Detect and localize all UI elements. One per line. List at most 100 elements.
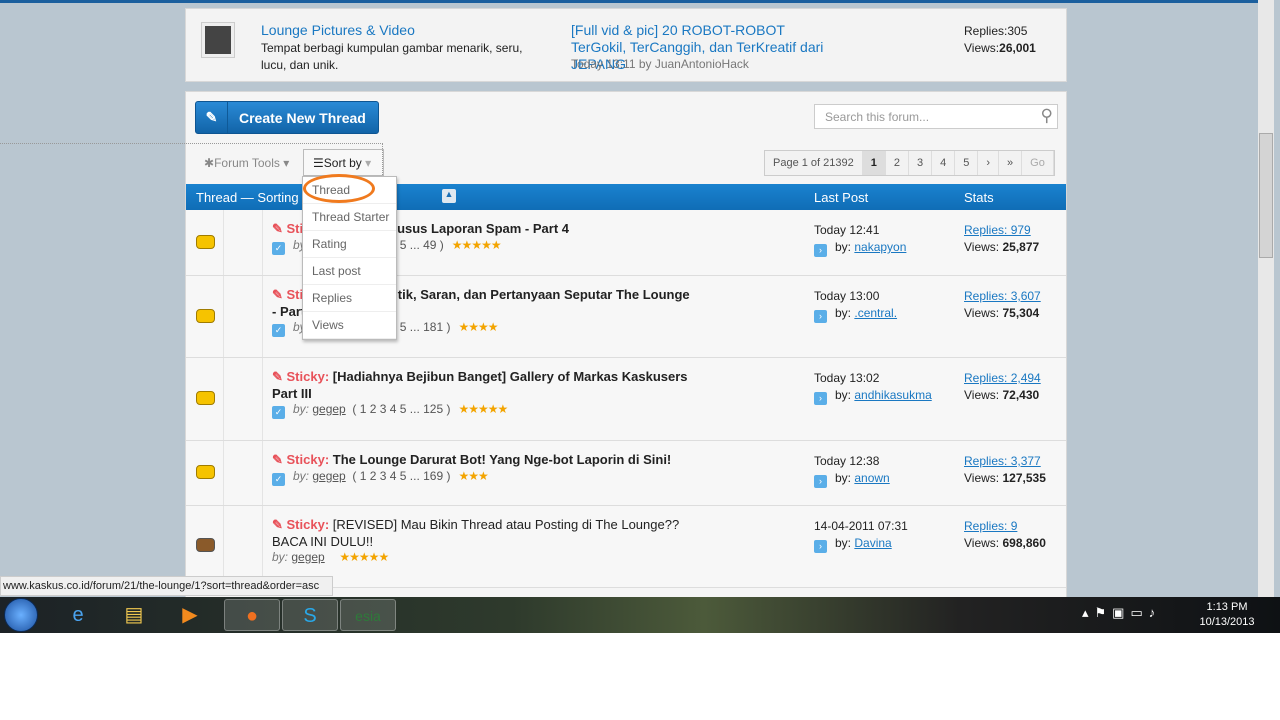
subforum-link[interactable]: Lounge Pictures & Video xyxy=(261,22,415,38)
by-label: by: xyxy=(293,402,310,416)
thread-title[interactable]: ✎ Sticky: [Hadiahnya Bejibun Banget] Gal… xyxy=(272,368,692,402)
sort-option-replies[interactable]: Replies xyxy=(303,285,396,312)
stats-column-header[interactable]: Stats xyxy=(964,190,994,205)
internet-explorer-icon[interactable]: e xyxy=(50,599,106,631)
dropdown-check-icon[interactable]: ✓ xyxy=(272,242,285,255)
page-4[interactable]: 4 xyxy=(932,151,956,175)
pin-icon: ✎ xyxy=(272,221,287,236)
sort-option-thread-starter[interactable]: Thread Starter xyxy=(303,204,396,231)
go-to-last-post-icon[interactable]: › xyxy=(814,244,827,257)
last-by-label: by: xyxy=(835,306,852,320)
page-5[interactable]: 5 xyxy=(955,151,979,175)
thread-title-text[interactable]: [REVISED] Mau Bikin Thread atau Posting … xyxy=(272,517,679,549)
thread-row: ✎ Sticky: The Lounge Darurat Bot! Yang N… xyxy=(186,441,1066,506)
search-icon[interactable]: ⚲ xyxy=(1041,106,1053,126)
skype-icon[interactable]: S xyxy=(282,599,338,631)
dropdown-check-icon[interactable]: ✓ xyxy=(272,473,285,486)
replies-label: Replies: xyxy=(964,24,1008,38)
go-button[interactable]: Go xyxy=(1022,151,1054,175)
last-post-cell: Today 12:38 › by: anown xyxy=(814,453,890,488)
system-tray-icons[interactable]: ▴⚑▣▭♪ xyxy=(1082,605,1161,621)
thread-title-text[interactable]: [Hadiahnya Bejibun Banget] Gallery of Ma… xyxy=(272,369,688,401)
sort-option-last-post[interactable]: Last post xyxy=(303,258,396,285)
start-button[interactable] xyxy=(4,598,38,632)
last-post-cell: Today 13:02 › by: andhikasukma xyxy=(814,370,932,405)
last-poster-link[interactable]: nakapyon xyxy=(854,240,906,254)
thread-prefix-cell xyxy=(223,276,263,357)
views-count: 26,001 xyxy=(999,41,1036,55)
thread-title-text[interactable]: The Lounge Darurat Bot! Yang Nge-bot Lap… xyxy=(333,452,671,467)
last-post-cell: 14-04-2011 07:31 › by: Davina xyxy=(814,518,908,553)
dropdown-check-icon[interactable]: ✓ xyxy=(272,324,285,337)
sort-option-views[interactable]: Views xyxy=(303,312,396,339)
sort-option-rating[interactable]: Rating xyxy=(303,231,396,258)
page-1[interactable]: 1 xyxy=(862,151,886,175)
sort-order-toggle-icon[interactable]: ▲ xyxy=(442,189,456,203)
go-to-last-post-icon[interactable]: › xyxy=(814,310,827,323)
last-poster-link[interactable]: .central. xyxy=(854,306,897,320)
thread-prefix-cell xyxy=(223,210,263,275)
go-to-last-post-icon[interactable]: › xyxy=(814,392,827,405)
last-by-label: by: xyxy=(835,536,852,550)
last-poster-link[interactable]: andhikasukma xyxy=(854,388,931,402)
go-to-last-post-icon[interactable]: › xyxy=(814,540,827,553)
last-poster-link[interactable]: anown xyxy=(854,471,889,485)
go-to-last-post-icon[interactable]: › xyxy=(814,475,827,488)
views-label: Views: xyxy=(964,536,1000,550)
scrollbar-thumb[interactable] xyxy=(1259,133,1273,258)
replies-link[interactable]: Replies: 979 xyxy=(964,223,1031,237)
stats-cell: Replies: 979 Views: 25,877 xyxy=(964,222,1039,256)
thread-author-link[interactable]: gegep xyxy=(312,469,345,483)
last-page-button[interactable]: » xyxy=(999,151,1023,175)
views-label: Views: xyxy=(964,306,1000,320)
rating-stars: ★★★★ xyxy=(458,320,498,334)
sticky-label: Sticky: xyxy=(286,369,330,384)
page-3[interactable]: 3 xyxy=(909,151,933,175)
thread-row: ✎ Sticky: [Hadiahnya Bejibun Banget] Gal… xyxy=(186,358,1066,441)
stats-cell: Replies: 3,377 Views: 127,535 xyxy=(964,453,1046,487)
thread-title[interactable]: ✎ Sticky: [REVISED] Mau Bikin Thread ata… xyxy=(272,516,692,550)
clock[interactable]: 1:13 PM 10/13/2013 xyxy=(1196,600,1258,630)
pin-icon: ✎ xyxy=(272,452,287,467)
last-poster-link[interactable]: Davina xyxy=(854,536,891,550)
stats-cell: Replies: 3,607 Views: 75,304 xyxy=(964,288,1041,322)
last-post-time: Today 13:00 xyxy=(814,289,880,303)
views-label: Views: xyxy=(964,240,1000,254)
search-forum-input[interactable]: Search this forum... ⚲ xyxy=(814,104,1058,129)
page-2[interactable]: 2 xyxy=(886,151,909,175)
replies-link[interactable]: Replies: 2,494 xyxy=(964,371,1041,385)
last-post-column-header[interactable]: Last Post xyxy=(814,190,868,205)
replies-count: 305 xyxy=(1007,24,1028,38)
esia-icon[interactable]: esia xyxy=(340,599,396,631)
last-post-meta: Today 13:11 by JuanAntonioHack xyxy=(571,57,749,71)
clock-time: 1:13 PM xyxy=(1206,601,1248,613)
sticky-label: Sticky: xyxy=(286,452,330,467)
highlight-circle-annotation xyxy=(303,174,375,203)
by-label: by: xyxy=(272,550,289,564)
thread-folder-icon xyxy=(196,309,215,323)
thread-author-link[interactable]: gegep xyxy=(312,402,345,416)
thread-meta: by: gegep ★★★★★ xyxy=(272,550,389,564)
pencil-icon: ✎ xyxy=(196,102,228,133)
firefox-icon[interactable]: ● xyxy=(224,599,280,631)
thread-title[interactable]: ✎ Sticky: The Lounge Darurat Bot! Yang N… xyxy=(272,451,692,468)
page-links[interactable]: ( 1 2 3 4 5 ... 125 ) xyxy=(352,402,450,416)
pagination: Page 1 of 21392 1 2 3 4 5 › » Go xyxy=(764,150,1055,176)
next-page-button[interactable]: › xyxy=(978,151,1000,175)
thread-folder-icon xyxy=(196,465,215,479)
replies-link[interactable]: Replies: 9 xyxy=(964,519,1017,533)
thread-author-link[interactable]: gegep xyxy=(291,550,324,564)
create-new-thread-button[interactable]: ✎ Create New Thread xyxy=(195,101,379,134)
thread-prefix-cell xyxy=(223,506,263,587)
media-player-icon[interactable]: ▶ xyxy=(162,599,218,631)
replies-link[interactable]: Replies: 3,377 xyxy=(964,454,1041,468)
forum-icon xyxy=(201,22,235,58)
views-label: Views: xyxy=(964,41,1000,55)
vertical-scrollbar[interactable] xyxy=(1258,0,1274,597)
dropdown-check-icon[interactable]: ✓ xyxy=(272,406,285,419)
last-post-time: 14-04-2011 07:31 xyxy=(814,519,908,533)
replies-link[interactable]: Replies: 3,607 xyxy=(964,289,1041,303)
file-explorer-icon[interactable]: ▤ xyxy=(106,599,162,631)
last-post-cell: Today 13:00 › by: .central. xyxy=(814,288,897,323)
page-links[interactable]: ( 1 2 3 4 5 ... 169 ) xyxy=(352,469,450,483)
